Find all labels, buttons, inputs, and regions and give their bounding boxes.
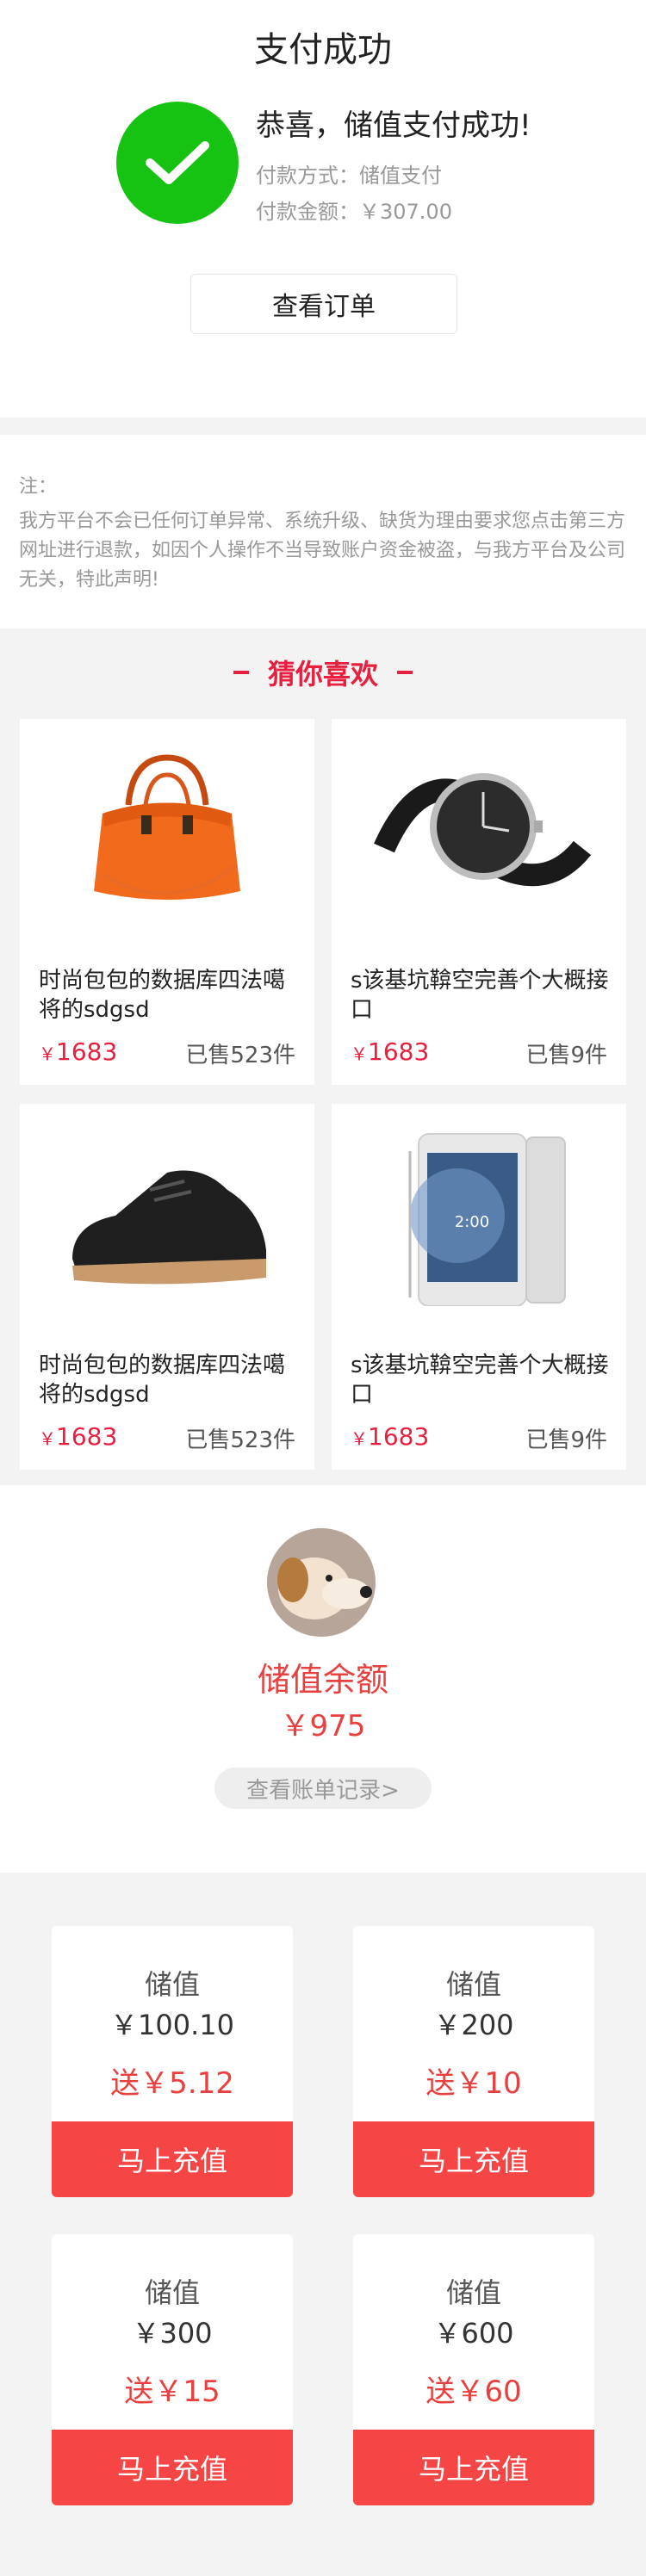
product-card[interactable]: 时尚包包的数据库四法噶将的sdgsd ￥1683 已售523件 [20, 1104, 314, 1470]
notice-text: 我方平台不会已任何订单异常、系统升级、缺货为理由要求您点击第三方网址进行退款，如… [19, 511, 626, 591]
svg-text:2:00: 2:00 [455, 1213, 489, 1231]
price-currency: ￥ [39, 1043, 56, 1064]
phone-image: 2:00 [332, 1104, 626, 1328]
page-title: 支付成功 [254, 30, 392, 70]
recharge-card: 储值 ￥100.10 送￥5.12 马上充值 [52, 1926, 293, 2197]
recharge-now-button[interactable]: 马上充值 [353, 2121, 594, 2197]
recharge-gift: 送￥15 [124, 2375, 221, 2409]
product-name: s该基坑鞥空完善个大概接口 [351, 968, 609, 1023]
payment-method-label: 付款方式： [256, 164, 359, 188]
recharge-amount: ￥600 [433, 2317, 514, 2350]
watch-image [332, 719, 626, 943]
product-price: ￥1683 [39, 1037, 117, 1066]
recharge-amount: ￥300 [132, 2317, 213, 2350]
payment-success-page: 支付成功 恭喜，储值支付成功! 付款方式：储值支付 付款金额：￥307.00 查… [0, 0, 646, 2576]
shoe-image [20, 1104, 314, 1328]
recharge-card: 储值 ￥300 送￥15 马上充值 [52, 2234, 293, 2505]
notice-title: 注： [19, 476, 58, 498]
price-value: 1683 [368, 1422, 430, 1451]
recharge-now-button[interactable]: 马上充值 [353, 2430, 594, 2505]
recommendations-heading: 猜你喜欢 [0, 653, 646, 692]
heading-dash-right [397, 671, 413, 674]
heading-dash-left [233, 671, 249, 674]
price-value: 1683 [368, 1037, 430, 1066]
balance-label: 储值余额 [257, 1661, 388, 1699]
success-check-icon [116, 102, 239, 224]
product-card[interactable]: 2:00 s该基坑鞥空完善个大概接口 ￥1683 已售9件 [332, 1104, 626, 1470]
product-price: ￥1683 [351, 1037, 429, 1066]
recommendations-section: 猜你喜欢 时尚包包的数据库四法噶将的sdgsd ￥1683 已售523件 s该基… [0, 629, 646, 1481]
product-sold-count: 已售523件 [185, 1043, 295, 1068]
recharge-label: 储值 [144, 1968, 200, 2001]
recharge-amount: ￥100.10 [110, 2009, 234, 2041]
handbag-image [20, 719, 314, 943]
disclaimer-notice: 注： 我方平台不会已任何订单异常、系统升级、缺货为理由要求您点击第三方网址进行退… [0, 435, 646, 629]
product-sold-count: 已售9件 [525, 1427, 607, 1453]
price-value: 1683 [56, 1422, 118, 1451]
recharge-gift: 送￥5.12 [110, 2066, 234, 2101]
recharge-label: 储值 [445, 2276, 501, 2309]
price-currency: ￥ [351, 1043, 368, 1064]
product-card[interactable]: 时尚包包的数据库四法噶将的sdgsd ￥1683 已售523件 [20, 719, 314, 1085]
recharge-now-button[interactable]: 马上充值 [52, 2121, 293, 2197]
success-message: 恭喜，储值支付成功! [256, 108, 531, 143]
product-name: 时尚包包的数据库四法噶将的sdgsd [39, 968, 286, 1023]
payment-amount: 付款金额：￥307.00 [256, 195, 452, 225]
recharge-card: 储值 ￥600 送￥60 马上充值 [353, 2234, 594, 2505]
payment-method-value: 储值支付 [359, 164, 442, 188]
product-price: ￥1683 [39, 1422, 117, 1451]
product-sold-count: 已售523件 [185, 1427, 295, 1453]
recharge-now-button[interactable]: 马上充值 [52, 2430, 293, 2505]
product-sold-count: 已售9件 [525, 1043, 607, 1068]
recharge-gift: 送￥10 [425, 2066, 522, 2101]
avatar [267, 1528, 376, 1637]
view-bill-history-button[interactable]: 查看账单记录> [214, 1768, 432, 1809]
recharge-amount: ￥200 [433, 2009, 514, 2041]
price-currency: ￥ [351, 1428, 368, 1449]
price-currency: ￥ [39, 1428, 56, 1449]
success-section: 支付成功 恭喜，储值支付成功! 付款方式：储值支付 付款金额：￥307.00 查… [0, 0, 646, 418]
balance-value: ￥975 [280, 1709, 366, 1743]
payment-amount-value: ￥307.00 [359, 200, 452, 224]
recharge-section: 储值 ￥100.10 送￥5.12 马上充值 储值 ￥200 送￥10 马上充值… [0, 1873, 646, 2576]
product-name: 时尚包包的数据库四法噶将的sdgsd [39, 1353, 286, 1408]
product-price: ￥1683 [351, 1422, 429, 1451]
product-card[interactable]: s该基坑鞥空完善个大概接口 ￥1683 已售9件 [332, 719, 626, 1085]
view-order-button[interactable]: 查看订单 [190, 274, 457, 334]
recharge-label: 储值 [144, 2276, 200, 2309]
recharge-label: 储值 [445, 1968, 501, 2001]
product-name: s该基坑鞥空完善个大概接口 [351, 1353, 609, 1408]
recharge-gift: 送￥60 [425, 2375, 522, 2409]
recharge-card: 储值 ￥200 送￥10 马上充值 [353, 1926, 594, 2197]
price-value: 1683 [56, 1037, 118, 1066]
payment-amount-label: 付款金额： [256, 200, 359, 224]
recommendations-title: 猜你喜欢 [267, 658, 378, 690]
balance-section: 储值余额 ￥975 查看账单记录> [0, 1485, 646, 1873]
payment-method: 付款方式：储值支付 [256, 158, 442, 189]
